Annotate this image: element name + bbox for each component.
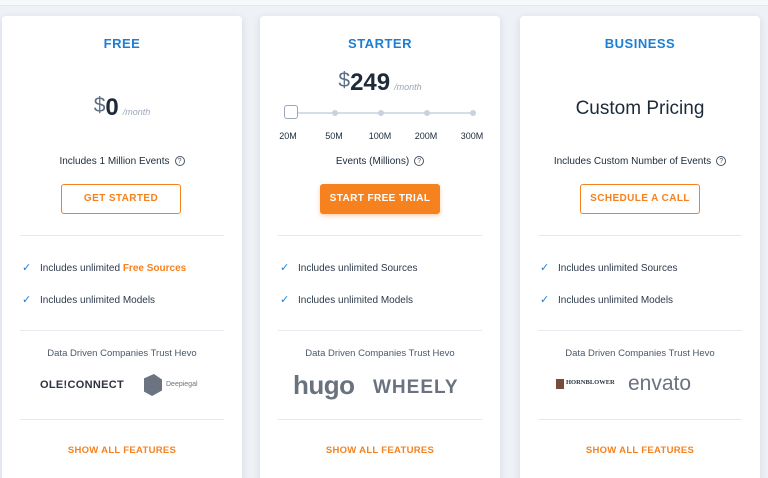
slider-step-dot: [378, 110, 384, 116]
feature-item: ✓ Includes unlimited Sources: [540, 261, 678, 274]
hornblower-mark-icon: [556, 379, 564, 389]
show-all-features-link[interactable]: SHOW ALL FEATURES: [260, 445, 500, 456]
plan-title: STARTER: [348, 36, 412, 51]
oleconnect-logo: OLE!CONNECT: [40, 379, 124, 391]
plan-card-business: BUSINESS Custom Pricing Includes Custom …: [520, 16, 760, 478]
deepiegal-logo-text: Deepiegal: [166, 381, 198, 388]
slider-step-dot: [470, 110, 476, 116]
check-icon: ✓: [540, 262, 550, 274]
divider: [278, 235, 482, 236]
hornblower-logo: HORNBLOWER: [556, 377, 621, 397]
feature-text: Includes unlimited Models: [298, 295, 414, 306]
feature-item: ✓ Includes unlimited Models: [280, 293, 413, 306]
feature-text: Includes unlimited Models: [558, 295, 674, 306]
show-all-features-link[interactable]: SHOW ALL FEATURES: [2, 445, 242, 456]
slider-tick-label[interactable]: 200M: [415, 131, 438, 141]
hugo-logo: hugo: [293, 370, 355, 400]
trust-text: Data Driven Companies Trust Hevo: [305, 348, 455, 359]
slider-ticks: 20M 50M 100M 200M 300M: [270, 131, 490, 143]
currency-symbol: $: [338, 69, 351, 92]
slider-step-dot: [332, 110, 338, 116]
feature-text: Includes unlimited Sources: [558, 263, 678, 274]
events-label: Includes 1 Million Events: [59, 156, 170, 167]
price-period: /month: [122, 107, 151, 117]
slider-handle[interactable]: [284, 105, 298, 119]
info-icon[interactable]: ?: [174, 156, 185, 166]
deepiegal-mark-icon: [144, 374, 162, 396]
divider: [20, 330, 224, 331]
currency-symbol: $: [93, 94, 106, 117]
slider-tick-label[interactable]: 20M: [279, 131, 297, 141]
events-label: Includes Custom Number of Events: [553, 156, 712, 167]
info-icon[interactable]: ?: [414, 156, 425, 166]
check-icon: ✓: [280, 262, 290, 274]
plan-price: $249/month: [260, 69, 500, 97]
divider: [538, 330, 742, 331]
page-top-bar: [0, 0, 768, 6]
feature-text: Includes unlimited Sources: [298, 263, 418, 274]
plan-title: FREE: [103, 36, 141, 51]
schedule-call-button[interactable]: SCHEDULE A CALL: [580, 184, 700, 214]
divider: [538, 235, 742, 236]
divider: [278, 330, 482, 331]
slider-tick-label[interactable]: 50M: [325, 131, 343, 141]
events-included: Events (Millions)?: [260, 156, 500, 167]
trust-text: Data Driven Companies Trust Hevo: [47, 348, 197, 359]
events-label: Events (Millions): [335, 156, 410, 167]
check-icon: ✓: [22, 262, 32, 274]
feature-text: Includes unlimited: [40, 263, 123, 274]
info-icon[interactable]: ?: [716, 156, 727, 166]
hornblower-logo-text: HORNBLOWER: [566, 379, 615, 386]
check-icon: ✓: [22, 294, 32, 306]
customer-logos: HORNBLOWER envato: [520, 368, 760, 404]
get-started-button[interactable]: GET STARTED: [61, 184, 181, 214]
plan-card-free: FREE $0/month Includes 1 Million Events?…: [2, 16, 242, 478]
customer-logos: hugo WHEELY: [260, 368, 500, 404]
feature-item: ✓ Includes unlimited Free Sources: [22, 261, 186, 274]
check-icon: ✓: [280, 294, 290, 306]
wheely-logo: WHEELY: [373, 377, 459, 398]
feature-text: Includes unlimited Models: [40, 295, 156, 306]
slider-step-dot: [424, 110, 430, 116]
plan-title: BUSINESS: [604, 36, 676, 51]
feature-item: ✓ Includes unlimited Models: [540, 293, 673, 306]
divider: [278, 419, 482, 420]
events-included: Includes 1 Million Events?: [2, 156, 242, 167]
divider: [538, 419, 742, 420]
divider: [20, 419, 224, 420]
start-free-trial-button[interactable]: START FREE TRIAL: [320, 184, 440, 214]
check-icon: ✓: [540, 294, 550, 306]
plan-card-starter: STARTER $249/month 20M 50M 100M 200M 300…: [260, 16, 500, 478]
envato-logo: envato: [628, 372, 692, 395]
price-amount: 0: [105, 94, 119, 121]
slider-tick-label[interactable]: 100M: [369, 131, 392, 141]
divider: [20, 235, 224, 236]
price-amount: 249: [350, 69, 391, 96]
plan-price: $0/month: [2, 94, 242, 122]
price-period: /month: [394, 82, 422, 92]
slider-tick-label[interactable]: 300M: [461, 131, 484, 141]
deepiegal-logo: Deepiegal: [144, 374, 204, 398]
feature-highlight: Free Sources: [122, 263, 187, 274]
custom-pricing: Custom Pricing: [575, 98, 705, 119]
trust-text: Data Driven Companies Trust Hevo: [565, 348, 715, 359]
feature-item: ✓ Includes unlimited Models: [22, 293, 155, 306]
customer-logos: OLE!CONNECT Deepiegal: [2, 368, 242, 404]
show-all-features-link[interactable]: SHOW ALL FEATURES: [520, 445, 760, 456]
events-slider[interactable]: [284, 105, 476, 119]
events-included: Includes Custom Number of Events?: [520, 156, 760, 167]
feature-item: ✓ Includes unlimited Sources: [280, 261, 418, 274]
